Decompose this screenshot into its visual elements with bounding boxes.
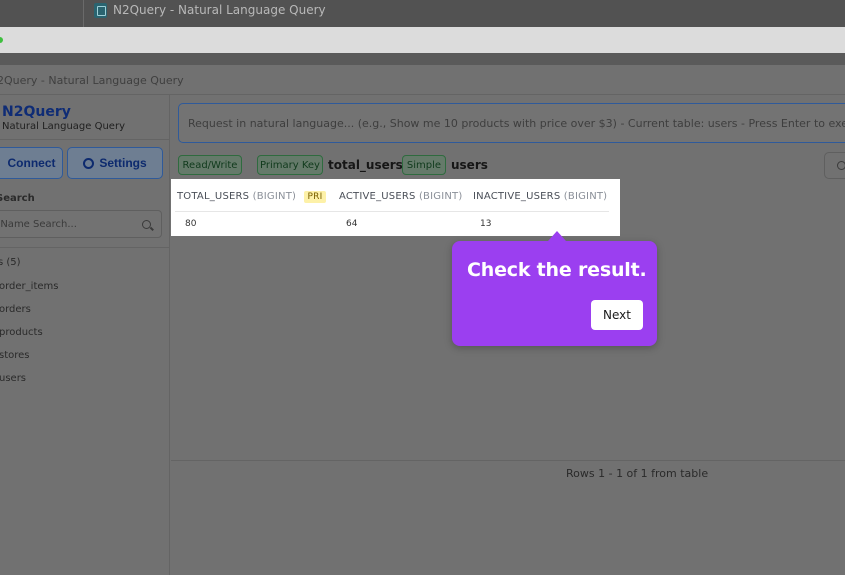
sidebar-item-users[interactable]: users (0, 373, 26, 384)
natural-language-input[interactable] (179, 104, 845, 142)
table-cell: 13 (480, 219, 492, 229)
toolbar-strip (0, 53, 845, 65)
table-search-input[interactable] (0, 211, 135, 237)
primary-key-tag: PRI (303, 191, 327, 203)
app-header: 2Query - Natural Language Query (0, 65, 845, 95)
sidebar-item-stores[interactable]: stores (0, 350, 30, 361)
table-cell: 80 (185, 219, 197, 229)
current-table-name: users (451, 158, 488, 172)
next-button[interactable]: Next (591, 300, 643, 330)
simple-badge: Simple (402, 155, 446, 175)
address-bar[interactable] (0, 27, 845, 53)
search-label: Search (0, 193, 35, 204)
search-icon[interactable] (142, 220, 151, 229)
sidebar: N2Query Natural Language Query Connect S… (0, 95, 170, 575)
primary-key-value: total_users (328, 158, 403, 172)
app-window: 2Query - Natural Language Query N2Query … (0, 65, 845, 575)
app-header-title: 2Query - Natural Language Query (0, 74, 184, 87)
query-box (178, 103, 845, 143)
brand-name: N2Query (2, 104, 71, 120)
connect-button[interactable]: Connect (0, 147, 63, 179)
pagination-status: Rows 1 - 1 of 1 from table (566, 467, 709, 480)
search-results-button[interactable] (824, 152, 845, 179)
table-search-box (0, 210, 162, 238)
column-header-total-users[interactable]: TOTAL_USERS (BIGINT) PRI (177, 191, 327, 203)
os-title-bar: N2Query - Natural Language Query (0, 0, 845, 27)
sidebar-divider-2 (0, 247, 170, 248)
search-icon (837, 161, 845, 170)
sidebar-item-products[interactable]: products (0, 327, 43, 338)
primary-key-badge: Primary Key (257, 155, 323, 175)
sidebar-item-order-items[interactable]: order_items (0, 281, 58, 292)
secure-indicator-icon (0, 37, 3, 43)
sidebar-divider (0, 139, 170, 140)
tables-header: s (5) (0, 257, 21, 268)
title-divider (83, 0, 84, 27)
mode-badge: Read/Write (178, 155, 242, 175)
settings-button[interactable]: Settings (67, 147, 163, 179)
gear-icon (83, 157, 95, 169)
brand-subtitle: Natural Language Query (2, 121, 125, 132)
settings-label: Settings (99, 156, 147, 170)
app-icon (94, 3, 107, 18)
column-header-inactive-users[interactable]: INACTIVE_USERS (BIGINT) (473, 191, 607, 202)
tour-tooltip: Check the result. Next (452, 231, 657, 346)
table-cell: 64 (346, 219, 358, 229)
results-table: TOTAL_USERS (BIGINT) PRI ACTIVE_USERS (B… (171, 179, 620, 236)
header-divider (175, 211, 609, 212)
window-title: N2Query - Natural Language Query (113, 3, 326, 17)
column-header-active-users[interactable]: ACTIVE_USERS (BIGINT) (339, 191, 462, 202)
tour-message: Check the result. (467, 259, 647, 281)
sidebar-item-orders[interactable]: orders (0, 304, 31, 315)
